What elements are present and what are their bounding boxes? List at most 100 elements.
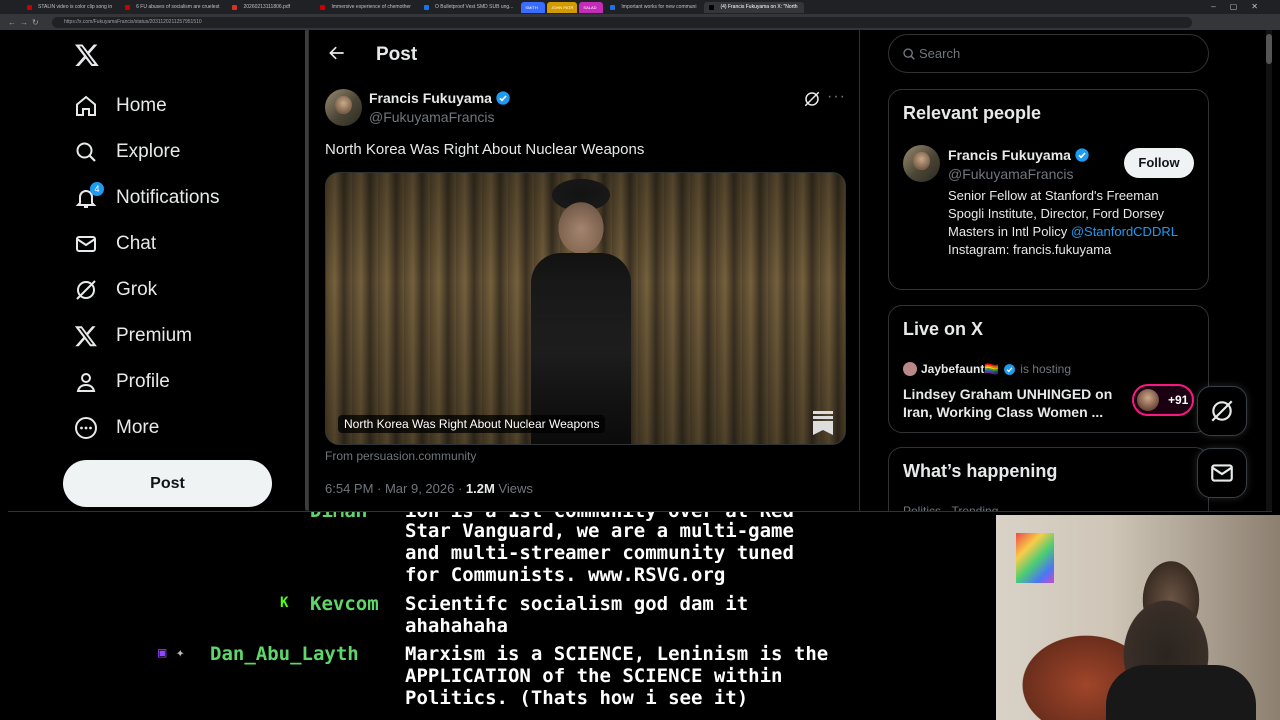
grok-floating-button[interactable] [1197,386,1247,436]
browser-tab[interactable]: (4) Francis Fukuyama on X: "North [704,1,804,13]
post-column: Post Francis Fukuyama @FukuyamaFrancis ·… [308,30,860,511]
relevant-person-name[interactable]: Francis Fukuyama [948,147,1090,163]
more-options-icon[interactable]: ··· [827,88,846,106]
back-arrow-icon[interactable] [327,43,347,63]
chat-line: Marxism is a SCIENCE, Leninism is the [405,643,829,665]
hosting-label: is hosting [1020,362,1071,376]
card-source[interactable]: From persuasion.community [325,449,476,463]
kick-platform-icon: K [280,595,289,611]
home-icon [76,95,96,116]
nav-home[interactable]: Home [74,86,167,126]
live-title: Live on X [903,319,984,339]
nav-notifications[interactable]: 4 Notifications [74,178,220,218]
live-host[interactable]: Jaybefaunt🏳️‍🌈 is hosting [903,362,1071,376]
nav-explore[interactable]: Explore [74,132,180,172]
grok-icon [76,280,96,300]
author-name[interactable]: Francis Fukuyama [369,90,511,106]
trend-category: Politics · Trending [903,504,999,512]
author-avatar[interactable] [325,89,362,126]
views-count: 1.2M [465,481,495,496]
nav-chat-label: Chat [116,233,157,254]
forward-nav-icon[interactable]: → [20,18,32,27]
mail-icon [1211,464,1233,482]
live-stream-title[interactable]: Lindsey Graham UNHINGED on Iran, Working… [903,385,1123,421]
reload-icon[interactable]: ↻ [32,18,44,27]
bio-link[interactable]: @StanfordCDDRL [1071,224,1178,239]
stream-chat-overlay: DiMaH ion is a 1st community over at Red… [0,512,990,720]
grok-icon [1211,400,1233,422]
follow-button[interactable]: Follow [1124,148,1194,178]
chat-line: and multi-streamer community tuned [405,542,794,564]
chat-line: ahahahaha [405,615,508,637]
badge-icon: ✦ [176,645,185,661]
relevant-people-title: Relevant people [903,103,1042,123]
author-handle[interactable]: @FukuyamaFrancis [369,109,494,125]
messages-floating-button[interactable] [1197,448,1247,498]
window-controls[interactable]: –▢✕ [1211,2,1272,11]
views-label: Views [494,481,533,496]
post-time[interactable]: 6:54 PM · Mar 9, 2026 · [325,481,466,496]
x-icon [74,326,97,347]
x-logo-icon[interactable] [74,42,100,68]
webcam-background-monitor [1016,533,1054,583]
webcam-feed [996,515,1280,720]
relevant-person-handle[interactable]: @FukuyamaFrancis [948,166,1073,182]
search-icon [76,142,96,162]
grok-explain-icon[interactable] [803,90,821,108]
relevant-person-avatar[interactable] [903,145,940,182]
verified-badge-icon [1004,363,1016,375]
search-icon [903,48,915,60]
address-bar[interactable]: https://x.com/FukuyamaFrancis/status/203… [52,16,1192,28]
browser-tab-bar: STALIN video is color clip song in 6 FU a… [0,0,1280,14]
nav-chat[interactable]: Chat [74,224,156,264]
browser-url-bar: ← → ↻ https://x.com/FukuyamaFrancis/stat… [0,14,1280,30]
chat-line: Scientifc socialism god dam it [405,593,749,615]
notification-badge: 4 [90,182,104,196]
page-scrollbar[interactable] [1266,30,1272,511]
relevant-people-panel: Relevant people Francis Fukuyama @Fukuya… [888,89,1209,290]
link-preview-card[interactable]: North Korea Was Right About Nuclear Weap… [325,172,846,445]
back-nav-icon[interactable]: ← [8,18,20,27]
browser-tab[interactable]: 6 FU abuses of socialism are cruelest [120,2,225,13]
search-placeholder: Search [919,46,961,61]
browser-tab[interactable]: SMITH [521,1,546,13]
person-icon [76,373,96,392]
browser-tab[interactable]: 20260213111806.pdf [227,2,313,13]
chat-line: Star Vanguard, we are a multi-game [405,520,794,542]
left-navigation: Home Explore 4 Notifications Chat Grok P… [8,30,306,511]
nav-more[interactable]: More [74,408,159,448]
live-listener-count[interactable]: +91 [1132,384,1194,416]
chat-username: DiMaH [310,512,367,522]
right-sidebar: Search Relevant people Francis Fukuyama … [888,30,1272,511]
browser-tab[interactable]: O Bulletproof Vest SMD SUB ung... [419,2,519,13]
host-name: Jaybefaunt🏳️‍🌈 [921,362,1000,376]
browser-tab[interactable]: Important works for new communi [605,2,702,13]
listener-avatar [1137,389,1159,411]
nav-premium[interactable]: Premium [74,316,192,356]
nav-grok[interactable]: Grok [74,270,157,310]
chat-username: Dan_Abu_Layth [210,643,359,665]
browser-tab[interactable]: STALIN video is color clip song in [22,2,118,13]
nav-more-label: More [116,417,160,438]
post-text: North Korea Was Right About Nuclear Weap… [325,141,645,158]
compose-post-button[interactable]: Post [63,460,272,507]
nav-home-label: Home [116,95,167,116]
card-caption: North Korea Was Right About Nuclear Weap… [338,415,606,433]
nav-profile[interactable]: Profile [74,362,170,402]
post-timestamp: 6:54 PM · Mar 9, 2026 · 1.2M Views [325,481,533,496]
chat-line: for Communists. www.RSVG.org [405,564,726,586]
browser-tab[interactable]: SALAD [579,1,604,13]
nav-notifications-label: Notifications [116,187,220,208]
search-box[interactable]: Search [888,34,1209,73]
browser-tab[interactable]: JOHN PATR [547,1,578,13]
chat-username: Kevcom [310,593,379,615]
whats-happening-title: What’s happening [903,461,1058,481]
verified-badge-icon [1075,148,1089,162]
card-image-shade [326,173,845,444]
browser-tab[interactable]: Immersive experience of chemother [315,2,416,13]
page-title: Post [376,44,418,65]
relevant-person-name-text: Francis Fukuyama [948,147,1071,163]
nav-explore-label: Explore [116,141,181,162]
nav-premium-label: Premium [116,325,193,346]
substack-bookmark-icon [813,411,833,435]
